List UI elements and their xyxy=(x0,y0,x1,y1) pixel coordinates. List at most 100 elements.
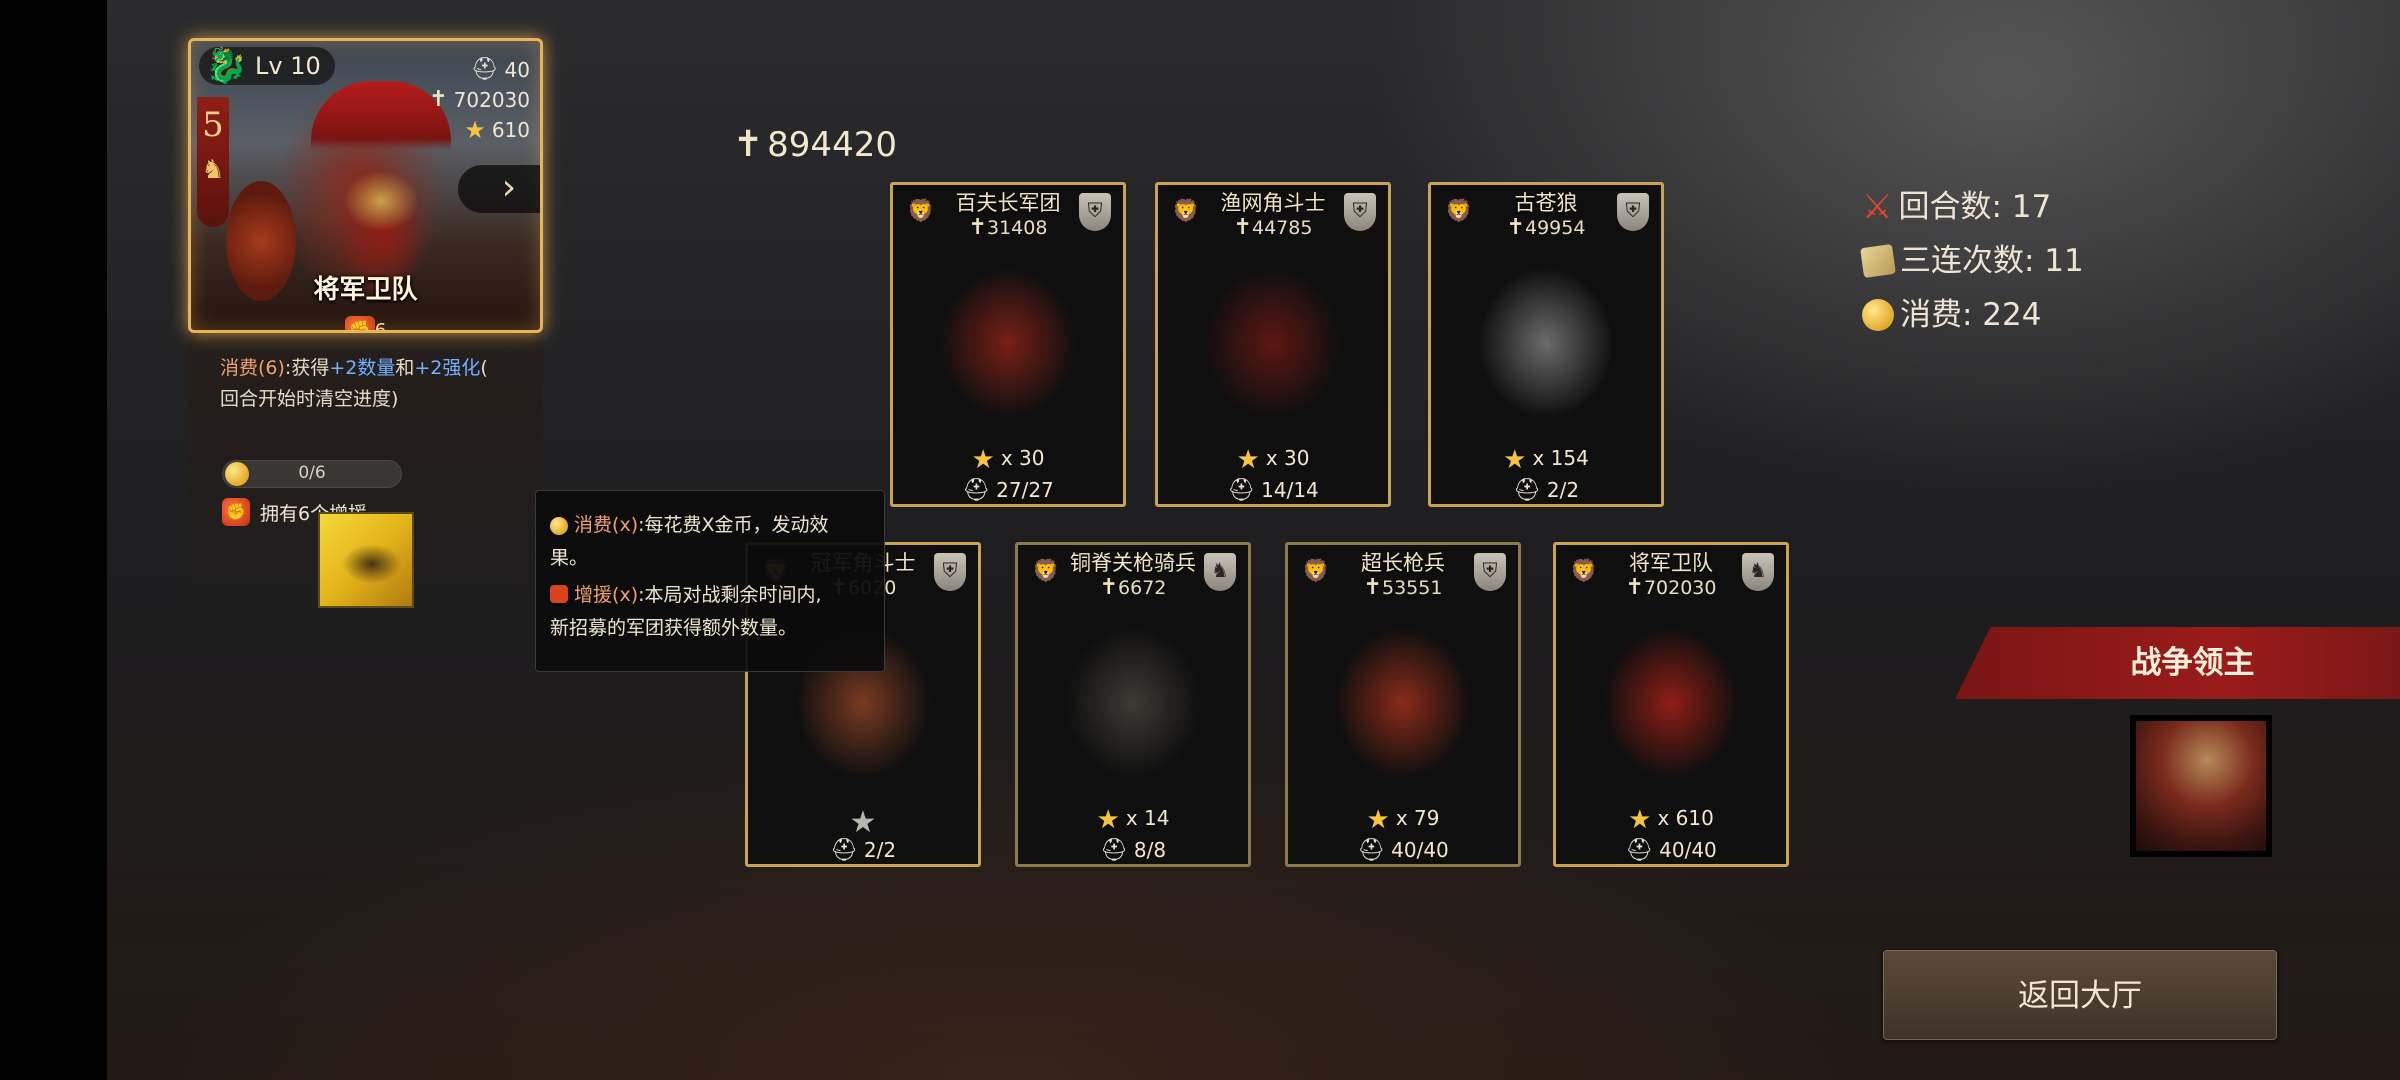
desc-enhance: +2强化 xyxy=(414,357,481,379)
unit-art xyxy=(1168,243,1378,443)
unit-name: 渔网角斗士 xyxy=(1220,191,1326,215)
unit-card[interactable]: 🦁 ♞ 将军卫队 ✝702030 ★ x 610 ⛑ 40/40 xyxy=(1553,542,1789,867)
spend-stat: 消费: 224 xyxy=(1900,297,2042,333)
unit-count-value: 27/27 xyxy=(996,478,1054,502)
unit-stars: ★ x 14 xyxy=(1018,805,1248,835)
fist-icon: ✊ xyxy=(222,498,250,526)
desc-cost-label: 消费(6) xyxy=(220,357,285,379)
star-icon: ★ xyxy=(464,116,486,144)
unit-power: ✝53551 xyxy=(1288,575,1518,600)
star-icon: ★ xyxy=(1366,805,1390,835)
unit-stars: ★ x 79 xyxy=(1288,805,1518,835)
rank-flag: 5 ♞ xyxy=(197,97,229,227)
helmet-icon: ⛑ xyxy=(470,57,499,82)
ability-count: 6 xyxy=(374,320,387,333)
dagger-icon: ✝ xyxy=(1625,575,1644,600)
helmet-icon: ⛑ xyxy=(1512,478,1541,503)
unit-stars: ★ x 30 xyxy=(1158,445,1388,475)
unit-card[interactable]: 🦁 ♞ 铜脊关枪骑兵 ✝6672 ★ x 14 ⛑ 8/8 xyxy=(1015,542,1251,867)
helmet-icon: ⛑ xyxy=(962,478,991,503)
dagger-icon: ✝ xyxy=(429,87,448,112)
rounds-stat: 回合数: 17 xyxy=(1898,189,2052,225)
unit-name: 古苍狼 xyxy=(1514,191,1578,215)
unit-stars-value: x 14 xyxy=(1125,806,1170,830)
total-power: ✝ 894420 xyxy=(733,124,897,165)
star-icon: ★ xyxy=(1236,445,1260,475)
crossed-swords-icon: ⚔ xyxy=(1862,187,1893,227)
unit-count: ⛑ 40/40 xyxy=(1556,838,1786,863)
cost-progress-bar: 0/6 xyxy=(222,460,402,488)
star-icon: ★ xyxy=(1503,445,1527,475)
return-lobby-button[interactable]: 返回大厅 xyxy=(1883,950,2277,1040)
helmet-icon: ⛑ xyxy=(1625,838,1654,863)
unit-count: ⛑ 2/2 xyxy=(748,838,978,863)
unit-stars-value: x 30 xyxy=(1265,446,1310,470)
unit-name: 百夫长军团 xyxy=(955,191,1061,215)
star-icon: ★ xyxy=(1096,805,1120,835)
hero-stars: 610 xyxy=(491,118,530,142)
unit-count-value: 40/40 xyxy=(1659,838,1717,862)
dragon-icon: 🐉 xyxy=(205,46,248,86)
unit-power: ✝6672 xyxy=(1018,575,1248,600)
equipped-item-thumbnail[interactable] xyxy=(318,512,414,608)
unit-power: ✝49954 xyxy=(1431,215,1661,240)
tooltip-reinforce-text: :本局对战剩余时间内, xyxy=(638,584,822,606)
next-hero-button[interactable]: › xyxy=(458,165,540,213)
warlord-portrait xyxy=(2136,721,2266,851)
dagger-icon: ✝ xyxy=(968,215,987,240)
unit-stars-value: x 30 xyxy=(1000,446,1045,470)
keyword-tooltip: 消费(x):每花费X金币，发动效 果。 增援(x):本局对战剩余时间内, 新招募… xyxy=(535,490,885,672)
helmet-icon: ⛑ xyxy=(1357,838,1386,863)
unit-card[interactable]: 🦁 ⛨ 古苍狼 ✝49954 ★ x 154 ⛑ 2/2 xyxy=(1428,182,1664,507)
total-power-value: 894420 xyxy=(767,124,897,165)
unit-power-value: 44785 xyxy=(1251,217,1313,239)
unit-stars-value: x 610 xyxy=(1657,806,1714,830)
unit-stars: ★ x 154 xyxy=(1431,445,1661,475)
desc-paren: ( xyxy=(480,357,488,379)
unit-stars-value: x 79 xyxy=(1395,806,1440,830)
dagger-icon: ✝ xyxy=(1099,575,1119,600)
unit-art xyxy=(1566,603,1776,803)
desc-and: 和 xyxy=(395,357,415,379)
unit-art xyxy=(1441,243,1651,443)
tooltip-reinforce-label: 增援(x) xyxy=(574,584,639,606)
unit-power-value: 49954 xyxy=(1524,217,1586,239)
unit-power: ✝44785 xyxy=(1158,215,1388,240)
star-icon: ★ xyxy=(971,445,995,475)
unit-card[interactable]: 🦁 ⛨ 超长枪兵 ✝53551 ★ x 79 ⛑ 40/40 xyxy=(1285,542,1521,867)
unit-count: ⛑ 8/8 xyxy=(1018,838,1248,863)
unit-count: ⛑ 40/40 xyxy=(1288,838,1518,863)
warlord-avatar[interactable] xyxy=(2130,715,2272,857)
unit-art xyxy=(1298,603,1508,803)
left-edge xyxy=(0,0,107,1080)
tooltip-cost-text: :每花费X金币，发动效 xyxy=(638,514,829,536)
unit-count-value: 40/40 xyxy=(1391,838,1449,862)
helmet-icon: ⛑ xyxy=(829,838,858,863)
dagger-icon: ✝ xyxy=(1506,215,1525,240)
hero-level-badge: 🐉 Lv 10 xyxy=(199,47,335,85)
hero-description: 消费(6):获得+2数量和+2强化( 回合开始时清空进度) xyxy=(220,353,540,415)
unit-card[interactable]: 🦁 ⛨ 百夫长军团 ✝31408 ★ x 30 ⛑ 27/27 xyxy=(890,182,1126,507)
hero-name: 将军卫队 xyxy=(313,275,418,305)
unit-stars: ★ x 30 xyxy=(893,445,1123,475)
tooltip-cost-label: 消费(x) xyxy=(574,514,639,536)
dagger-icon: ✝ xyxy=(733,124,764,165)
hero-stats: ⛑ 40 ✝ 702030 ★ 610 xyxy=(429,55,530,145)
helmet-icon: ⛑ xyxy=(1099,838,1128,863)
unit-count: ⛑ 2/2 xyxy=(1431,478,1661,503)
dagger-icon: ✝ xyxy=(1233,215,1252,240)
unit-count-value: 8/8 xyxy=(1133,838,1167,862)
unit-power: ✝31408 xyxy=(893,215,1123,240)
desc-line2: 回合开始时清空进度) xyxy=(220,388,399,410)
fist-icon xyxy=(550,585,568,603)
hero-card[interactable]: 🐉 Lv 10 5 ♞ ⛑ 40 ✝ 702030 ★ 610 › 将军卫队 ✊ 6 xyxy=(188,38,543,333)
coin-icon xyxy=(550,516,568,535)
grey-star-icon: ★ xyxy=(849,805,877,840)
unit-stars-value: x 154 xyxy=(1532,446,1589,470)
fist-icon: ✊ xyxy=(344,316,375,330)
unit-art xyxy=(903,243,1113,443)
unit-name: 将军卫队 xyxy=(1629,551,1713,575)
unit-art xyxy=(1028,603,1238,803)
tooltip-cost-line: 消费(x):每花费X金币，发动效 果。 xyxy=(550,509,870,575)
unit-card[interactable]: 🦁 ⛨ 渔网角斗士 ✝44785 ★ x 30 ⛑ 14/14 xyxy=(1155,182,1391,507)
